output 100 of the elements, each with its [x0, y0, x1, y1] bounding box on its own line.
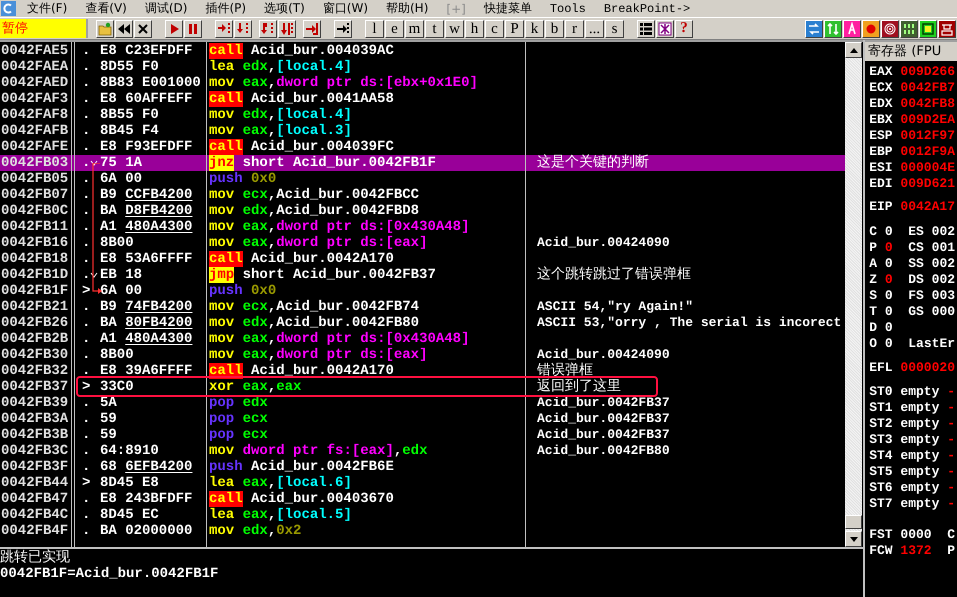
folder-icon[interactable]	[96, 20, 114, 38]
instruction-text: mov eax,dword ptr ds:[0x430A48]	[208, 219, 470, 235]
comment-text: ASCII 54,"ry Again!"	[536, 299, 694, 315]
address-cell-text: 0042FB47	[0, 491, 70, 507]
glyph-tile-icon[interactable]	[938, 20, 956, 38]
window-button[interactable]: c	[485, 20, 504, 38]
window-button[interactable]: h	[465, 20, 484, 38]
binary-icon[interactable]	[900, 20, 918, 38]
instruction-text: mov edx,Acid_bur.0042FBD8	[208, 203, 420, 219]
record-icon[interactable]	[862, 20, 880, 38]
goto-icon[interactable]	[334, 20, 352, 38]
address-cell-text: 0042FB05	[0, 171, 70, 187]
menu-item[interactable]: 帮助(H)	[377, 0, 438, 17]
row-marker: .	[82, 459, 90, 475]
animate-over-icon[interactable]	[278, 20, 296, 38]
menu-item[interactable]: 调试(D)	[136, 0, 196, 17]
scroll-up-icon[interactable]	[845, 42, 862, 58]
instruction-text: pop edx	[208, 395, 269, 411]
up-down-arrows-icon[interactable]	[824, 20, 842, 38]
flag-line: A 0 SS 002	[869, 256, 956, 272]
instruction-text: mov edx,Acid_bur.0042FB80	[208, 315, 420, 331]
instruction-text: xor eax,eax	[208, 379, 302, 395]
hex-bytes: BA D8FB4200	[100, 203, 192, 219]
hex-bytes: E8 39A6FFFF	[100, 363, 192, 379]
letter-a-icon[interactable]	[843, 20, 861, 38]
comment-text: 这个跳转跳过了错误弹框	[536, 267, 692, 283]
window-button[interactable]: ...	[585, 20, 604, 38]
rewind-icon[interactable]	[115, 20, 133, 38]
instruction-text: push 0x0	[208, 171, 278, 187]
address-cell-text: 0042FB18	[0, 251, 70, 267]
instruction-text: call Acid_bur.004039FC	[208, 139, 395, 155]
hex-bytes: EB 18	[100, 267, 142, 283]
help-button[interactable]: ?	[675, 20, 693, 38]
step-into-icon[interactable]	[215, 20, 233, 38]
window-button[interactable]: r	[565, 20, 584, 38]
row-marker: .	[82, 123, 90, 139]
instruction-text: push Acid_bur.0042FB6E	[208, 459, 395, 475]
fpu-line: ST5 empty -	[869, 464, 956, 480]
instruction-text: lea eax,[local.5]	[208, 507, 353, 523]
animate-into-icon[interactable]	[259, 20, 277, 38]
list-icon[interactable]	[637, 20, 655, 38]
row-marker: .	[82, 299, 90, 315]
window-button[interactable]: l	[365, 20, 384, 38]
address-cell-text: 0042FAF8	[0, 107, 70, 123]
register-line: EDI 009D621	[869, 176, 956, 192]
row-marker: .	[82, 187, 90, 203]
comment-text: 返回到了这里	[536, 379, 622, 395]
row-marker: .	[82, 107, 90, 123]
window-button[interactable]: e	[385, 20, 404, 38]
window-button[interactable]: b	[545, 20, 564, 38]
menu-item[interactable]: BreakPoint->	[594, 2, 700, 16]
address-cell-text: 0042FB44	[0, 475, 70, 491]
swap-arrows-icon[interactable]	[805, 20, 823, 38]
address-cell-text: 0042FB39	[0, 395, 70, 411]
hex-bytes: A1 480A4300	[100, 219, 192, 235]
row-marker: .	[82, 219, 90, 235]
address-cell-text: 0042FB11	[0, 219, 70, 235]
window-button[interactable]: k	[525, 20, 544, 38]
scroll-down-icon[interactable]	[845, 531, 862, 547]
menu-item[interactable]: 快捷菜单	[474, 0, 541, 17]
window-button[interactable]: s	[605, 20, 624, 38]
menu-item[interactable]: 窗口(W)	[314, 0, 377, 17]
instruction-text: lea eax,[local.6]	[208, 475, 353, 491]
return-icon[interactable]	[303, 20, 321, 38]
address-cell-text: 0042FAFE	[0, 139, 70, 155]
grid-icon[interactable]	[656, 20, 674, 38]
window-button[interactable]: P	[505, 20, 524, 38]
menu-item[interactable]: 插件(P)	[196, 0, 256, 17]
row-marker: >	[82, 379, 90, 395]
row-marker: .	[82, 43, 90, 59]
instruction-text: mov eax,dword ptr ds:[0x430A48]	[208, 331, 470, 347]
pause-icon[interactable]	[184, 20, 202, 38]
menu-item[interactable]: 文件(F)	[18, 0, 76, 17]
step-over-icon[interactable]	[234, 20, 252, 38]
address-cell-text: 0042FB3C	[0, 443, 70, 459]
window-button[interactable]: m	[405, 20, 424, 38]
hex-bytes: E8 C23EFDFF	[100, 43, 192, 59]
selected-row[interactable]: 0042FB03 . 75 1A jnz short Acid_bur.0042FB1F 这是个关键的判断	[0, 155, 845, 171]
info-text: 跳转已实现	[0, 550, 71, 566]
target-icon[interactable]	[881, 20, 899, 38]
flag-line: O 0 LastEr	[869, 336, 956, 352]
close-icon[interactable]	[134, 20, 152, 38]
comment-text: ASCII 53,"orry , The serial is incorect	[536, 315, 842, 331]
comment-text: Acid_bur.00424090	[536, 235, 671, 251]
play-icon[interactable]	[165, 20, 183, 38]
menu-item[interactable]: Tools	[540, 2, 595, 16]
address-cell-text: 0042FAED	[0, 75, 70, 91]
register-line: EAX 009D266	[869, 64, 956, 80]
scrollbar[interactable]	[845, 42, 862, 547]
instruction-text: call Acid_bur.0042A170	[208, 251, 395, 267]
instruction-text: call Acid_bur.00403670	[208, 491, 395, 507]
address-cell-text: 0042FB3F	[0, 459, 70, 475]
register-line: EIP 0042A17	[869, 199, 956, 215]
window-icon[interactable]	[919, 20, 937, 38]
scroll-thumb[interactable]	[845, 515, 862, 529]
menu-item[interactable]: 查看(V)	[76, 0, 136, 17]
status-indicator: 暂停	[0, 19, 88, 38]
window-button[interactable]: t	[425, 20, 444, 38]
window-button[interactable]: w	[445, 20, 464, 38]
menu-item[interactable]: 选项(T)	[255, 0, 314, 17]
